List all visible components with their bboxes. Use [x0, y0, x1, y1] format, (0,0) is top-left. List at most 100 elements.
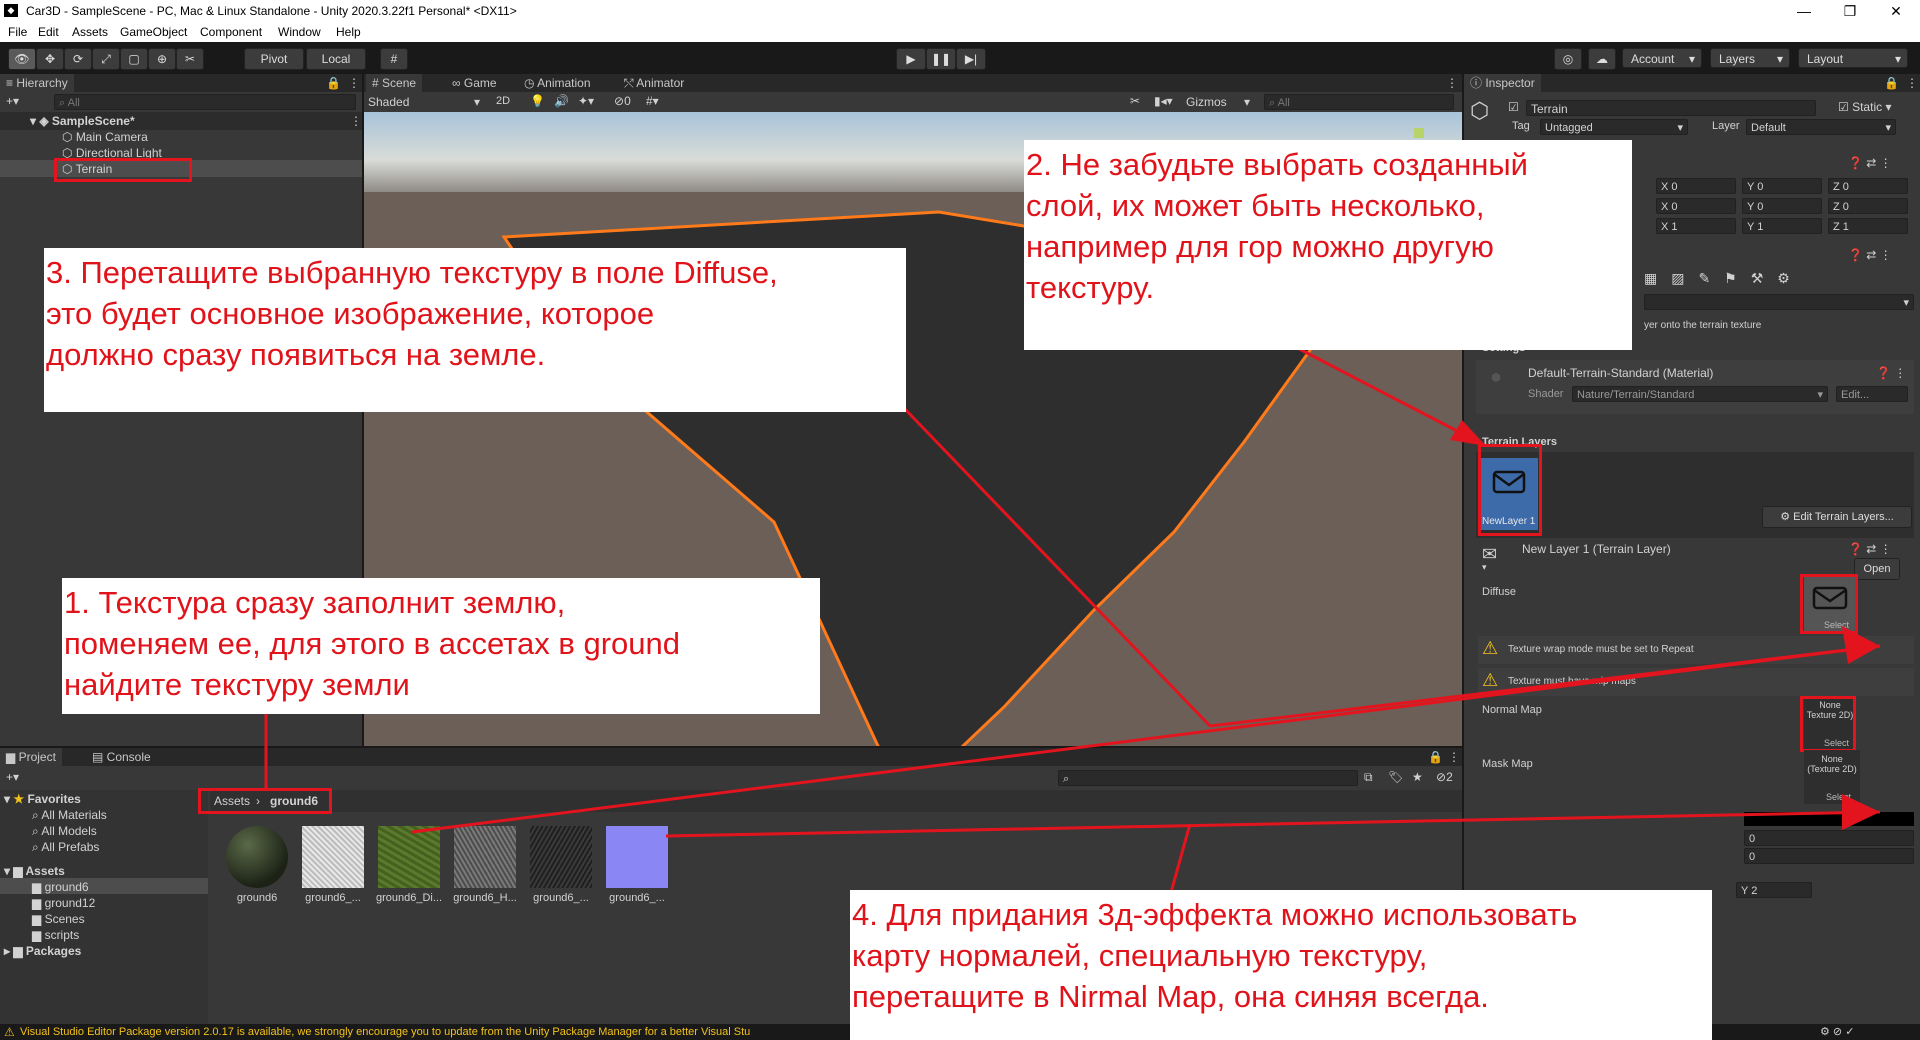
menu-component[interactable]: Component — [200, 25, 262, 39]
shader-edit-button[interactable]: Edit... — [1836, 386, 1908, 402]
rotation-x-field[interactable]: X 0 — [1656, 198, 1736, 214]
favorites-header[interactable]: ▾ ★ Favorites — [4, 792, 81, 806]
pivot-toggle[interactable]: Pivot — [244, 48, 304, 70]
layer-dropdown[interactable]: Default ▾ — [1746, 119, 1896, 135]
terrain-tool-icons[interactable]: ▦▨✎⚑⚒⚙ — [1644, 270, 1804, 287]
scene-name[interactable]: ▾ ◈ SampleScene* — [30, 114, 135, 128]
expand-icon[interactable]: ▾ — [1482, 562, 1487, 573]
maximize-button[interactable]: ❐ — [1827, 0, 1873, 22]
assets-folder[interactable]: ▾ ▆ Assets — [4, 864, 65, 878]
rect-tool-icon[interactable]: ▢ — [120, 48, 148, 70]
collab-icon[interactable]: ◎ — [1554, 48, 1582, 70]
tools-icon[interactable]: ✂ — [1130, 94, 1140, 108]
rotation-z-field[interactable]: Z 0 — [1828, 198, 1908, 214]
tiling-y-field[interactable]: Y 2 — [1736, 882, 1812, 898]
layer-open-button[interactable]: Open — [1854, 558, 1900, 580]
folder-scripts[interactable]: ▆ scripts — [32, 928, 79, 942]
value-field-2[interactable]: 0 — [1744, 848, 1914, 864]
more-icon[interactable]: ⋮ — [1448, 750, 1460, 764]
menu-file[interactable]: File — [8, 25, 27, 39]
toggle-2d-button[interactable]: 2D — [496, 95, 510, 107]
local-toggle[interactable]: Local — [306, 48, 366, 70]
rotate-tool-icon[interactable]: ⟳ — [64, 48, 92, 70]
axis-gizmo[interactable] — [1414, 128, 1424, 138]
account-dropdown[interactable]: Account ▾ — [1622, 48, 1702, 68]
scene-more-icon[interactable]: ⋮ — [350, 114, 362, 128]
shading-dropdown[interactable]: Shaded ▾ — [368, 95, 480, 109]
lock-icon[interactable]: 🔒 — [1428, 750, 1443, 764]
object-name-field[interactable]: Terrain — [1526, 100, 1816, 116]
tag-dropdown[interactable]: Untagged ▾ — [1540, 119, 1688, 135]
rotation-y-field[interactable]: Y 0 — [1742, 198, 1822, 214]
layer-header-icons[interactable]: ❓ ⇄ ⋮ — [1848, 542, 1892, 556]
grid-icon[interactable]: #▾ — [646, 94, 659, 108]
play-button[interactable]: ▶ — [896, 48, 926, 70]
effects-icon[interactable]: ✦▾ — [578, 94, 594, 108]
mask-map-slot[interactable]: None (Texture 2D) Select — [1804, 750, 1860, 804]
lock-icon[interactable]: 🔒 — [326, 76, 341, 90]
scale-z-field[interactable]: Z 1 — [1828, 218, 1908, 234]
mask-select-label[interactable]: Select — [1826, 792, 1851, 802]
menu-window[interactable]: Window — [278, 25, 321, 39]
layers-dropdown[interactable]: Layers ▾ — [1710, 48, 1790, 68]
material-header-icons[interactable]: ❓ ⋮ — [1876, 366, 1906, 380]
hierarchy-search-input[interactable]: ⌕ All — [54, 94, 356, 110]
static-checkbox[interactable]: ☑ Static ▾ — [1838, 100, 1891, 114]
asset-texture-normal[interactable] — [606, 826, 668, 888]
step-button[interactable]: ▶| — [956, 48, 986, 70]
project-search-input[interactable]: ⌕ — [1058, 770, 1358, 786]
gizmos-dropdown[interactable]: Gizmos ▾ — [1186, 95, 1256, 109]
scale-y-field[interactable]: Y 1 — [1742, 218, 1822, 234]
tab-animator[interactable]: ⤲ Animator — [618, 74, 690, 92]
tab-console[interactable]: ▤ Console — [86, 748, 157, 766]
custom-tool-icon[interactable]: ✂ — [176, 48, 204, 70]
asset-texture-height[interactable] — [454, 826, 516, 888]
favorite-all-models[interactable]: ⌕ All Models — [32, 824, 97, 839]
favorite-all-materials[interactable]: ⌕ All Materials — [32, 808, 107, 823]
asset-texture-roughness[interactable] — [530, 826, 592, 888]
more-icon[interactable]: ⋮ — [1906, 76, 1918, 90]
grid-snap-icon[interactable]: # — [380, 48, 408, 70]
folder-ground12[interactable]: ▆ ground12 — [32, 896, 95, 910]
filter-label-icon[interactable]: 🏷 — [1388, 770, 1403, 784]
menu-gameobject[interactable]: GameObject — [120, 25, 187, 39]
folder-scenes[interactable]: ▆ Scenes — [32, 912, 85, 926]
asset-texture-diffuse[interactable] — [378, 826, 440, 888]
lighting-icon[interactable]: 💡 — [530, 94, 545, 108]
scale-x-field[interactable]: X 1 — [1656, 218, 1736, 234]
menu-help[interactable]: Help — [336, 25, 361, 39]
menu-assets[interactable]: Assets — [72, 25, 108, 39]
more-icon[interactable]: ⋮ — [348, 76, 360, 90]
transform-tool-icon[interactable]: ⊕ — [148, 48, 176, 70]
more-icon[interactable]: ⋮ — [1446, 76, 1458, 90]
value-field-1[interactable]: 0 — [1744, 830, 1914, 846]
position-y-field[interactable]: Y 0 — [1742, 178, 1822, 194]
tab-scene[interactable]: # Scene — [366, 74, 423, 92]
shader-dropdown[interactable]: Nature/Terrain/Standard ▾ — [1572, 386, 1828, 402]
add-icon[interactable]: +▾ — [6, 94, 19, 108]
active-checkbox[interactable]: ☑ — [1508, 100, 1519, 114]
visibility-icon[interactable]: ⊘0 — [614, 94, 631, 108]
layout-dropdown[interactable]: Layout ▾ — [1798, 48, 1908, 68]
favorite-star-icon[interactable]: ★ — [1412, 770, 1423, 784]
component-header-icons[interactable]: ❓ ⇄ ⋮ — [1848, 156, 1892, 170]
terrain-header-icons[interactable]: ❓ ⇄ ⋮ — [1848, 248, 1892, 262]
status-message[interactable]: Visual Studio Editor Package version 2.0… — [20, 1026, 750, 1038]
create-icon[interactable]: +▾ — [6, 770, 19, 784]
hierarchy-item-main-camera[interactable]: ⬡ Main Camera — [62, 130, 148, 144]
asset-material-ground6[interactable] — [226, 826, 288, 888]
asset-texture-ao[interactable] — [302, 826, 364, 888]
hidden-packages-icon[interactable]: ⊘2 — [1436, 770, 1453, 784]
color-field[interactable] — [1744, 812, 1914, 826]
tab-inspector[interactable]: ⓘ Inspector — [1464, 74, 1541, 92]
tab-project[interactable]: ▆ Project — [0, 748, 62, 766]
tab-game[interactable]: ∞ Game — [446, 74, 503, 92]
position-x-field[interactable]: X 0 — [1656, 178, 1736, 194]
scene-search-input[interactable]: ⌕ All — [1264, 94, 1454, 110]
status-icons[interactable]: ⚙ ⊘ ✓ — [1820, 1025, 1854, 1038]
paint-mode-dropdown[interactable]: ▾ — [1644, 294, 1914, 310]
position-z-field[interactable]: Z 0 — [1828, 178, 1908, 194]
edit-terrain-layers-button[interactable]: ⚙ Edit Terrain Layers... — [1762, 506, 1912, 528]
scale-tool-icon[interactable]: ⤢ — [92, 48, 120, 70]
minimize-button[interactable]: — — [1781, 0, 1827, 22]
